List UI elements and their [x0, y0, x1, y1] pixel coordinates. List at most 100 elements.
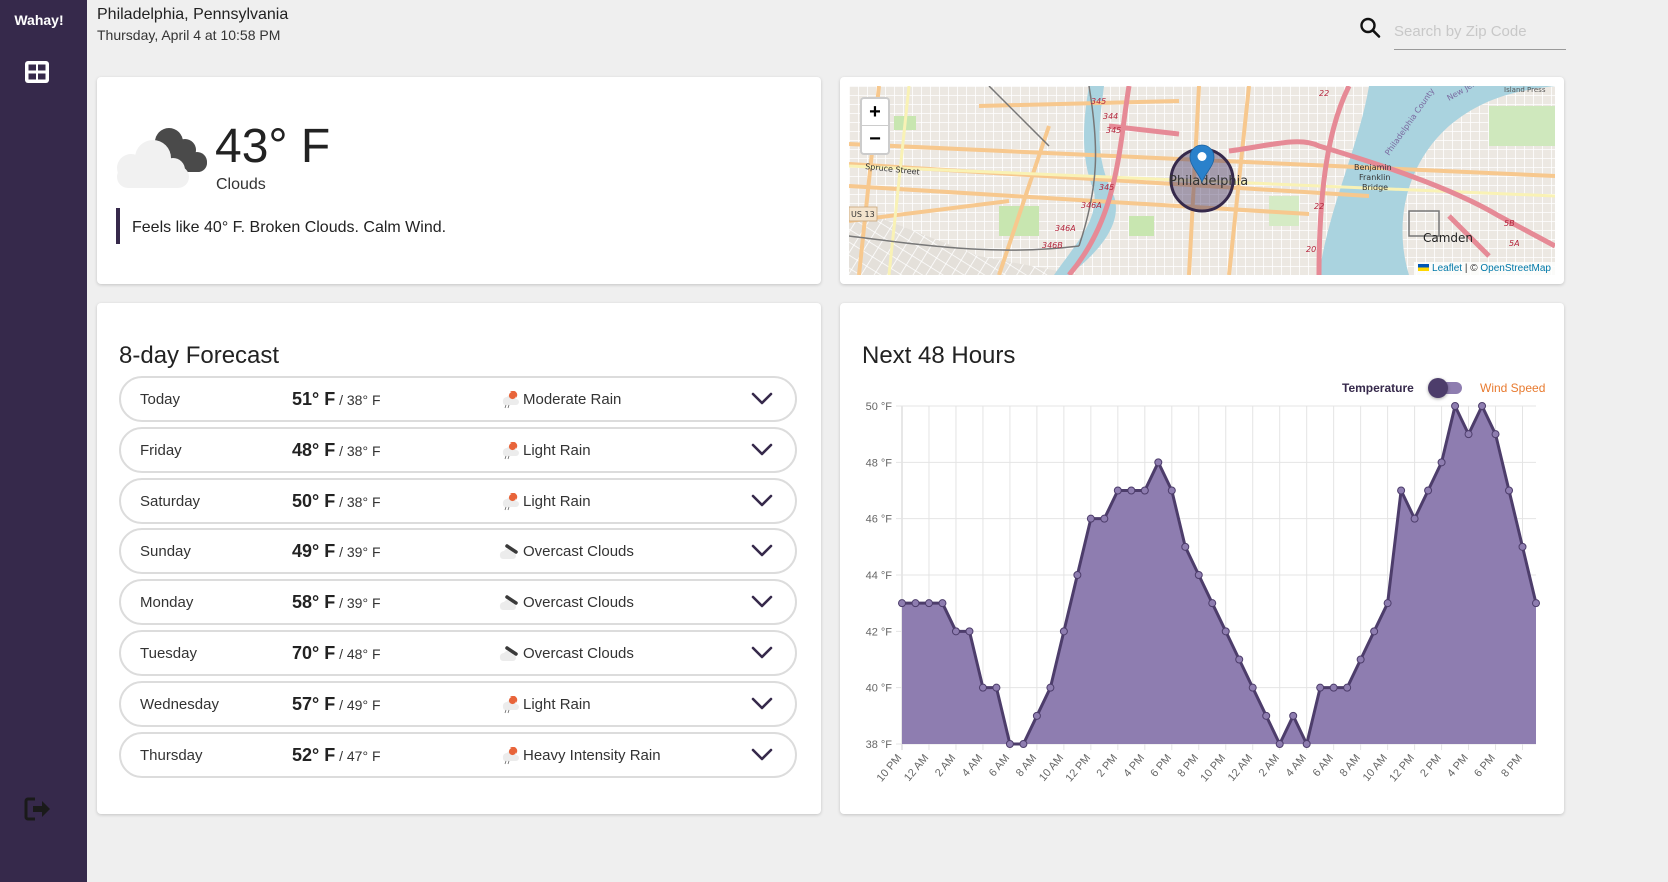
data-point — [1464, 430, 1473, 439]
forecast-day: Monday — [140, 594, 194, 612]
forecast-row-thursday[interactable]: Thursday 52° F / 47° F Heavy Intensity R… — [119, 731, 797, 778]
svg-text:Island Press: Island Press — [1504, 86, 1546, 94]
data-point — [1208, 599, 1217, 608]
overcast-clouds-icon — [499, 544, 518, 560]
dashboard-grid-icon[interactable] — [24, 60, 50, 84]
x-tick-label: 2 PM — [1418, 752, 1444, 779]
forecast-low: / 38° F — [335, 493, 381, 510]
zip-code-input[interactable] — [1394, 14, 1566, 50]
x-tick-label: 12 AM — [1226, 752, 1255, 784]
data-point — [1370, 627, 1379, 636]
data-point — [1437, 458, 1446, 467]
chevron-down-icon[interactable] — [751, 595, 773, 609]
chevron-down-icon[interactable] — [751, 443, 773, 457]
zoom-out-button[interactable]: − — [862, 126, 888, 153]
data-point — [1032, 711, 1041, 720]
forecast-day: Saturday — [140, 492, 201, 510]
chevron-down-icon[interactable] — [751, 748, 773, 762]
attribution-separator: | © — [1462, 263, 1481, 274]
svg-text:22: 22 — [1319, 89, 1329, 98]
chevron-down-icon[interactable] — [751, 697, 773, 711]
y-tick-label: 42 °F — [866, 626, 893, 638]
map-label-camden: Camden — [1423, 231, 1473, 245]
data-point — [1532, 599, 1540, 608]
forecast-row-today[interactable]: Today 51° F / 38° F Moderate Rain — [119, 376, 797, 422]
location-map[interactable]: Spruce Street Benjamin Franklin Bridge P… — [849, 86, 1555, 275]
forecast-temps: 49° F / 39° F — [292, 541, 381, 562]
y-tick-label: 46 °F — [866, 514, 893, 526]
forecast-card: 8-day Forecast Today 51° F / 38° F Moder… — [97, 303, 821, 814]
data-point — [1086, 514, 1095, 523]
rain-icon — [502, 441, 519, 459]
svg-text:345: 345 — [1091, 97, 1106, 106]
location-title: Philadelphia, Pennsylvania — [97, 6, 289, 23]
data-point — [1518, 542, 1527, 551]
x-tick-label: 6 PM — [1148, 752, 1174, 779]
zip-search — [1358, 14, 1566, 52]
forecast-row-friday[interactable]: Friday 48° F / 38° F Light Rain — [119, 426, 797, 473]
svg-text:22: 22 — [1314, 202, 1324, 211]
forecast-low: / 49° F — [335, 696, 381, 713]
openstreetmap-link[interactable]: OpenStreetMap — [1480, 263, 1551, 274]
svg-text:Benjamin: Benjamin — [1354, 163, 1392, 172]
forecast-low: / 39° F — [335, 544, 381, 561]
data-point — [1478, 402, 1487, 410]
zoom-in-button[interactable]: + — [862, 99, 888, 126]
ukraine-flag-icon — [1418, 264, 1430, 271]
data-point — [1073, 571, 1082, 579]
brand-logo[interactable]: Wahay! — [0, 12, 78, 28]
forecast-high: 52° F — [292, 744, 336, 765]
forecast-low: / 39° F — [335, 595, 381, 612]
hourly-temperature-chart: 38 °F 40 °F 42 °F 44 °F 46 °F 48 °F 50 °F 10 PM… — [866, 401, 1540, 784]
data-point — [1005, 740, 1014, 748]
forecast-row-tuesday[interactable]: Tuesday 70° F / 48° F Overcast Clouds — [119, 630, 797, 676]
forecast-low: / 48° F — [335, 646, 381, 662]
forecast-temps: 48° F / 38° F — [292, 440, 381, 461]
forecast-high: 70° F — [292, 643, 336, 663]
x-tick-label: 10 PM — [1198, 752, 1228, 784]
search-icon[interactable] — [1358, 16, 1382, 40]
overcast-clouds-icon — [499, 646, 518, 661]
forecast-day: Today — [140, 391, 181, 408]
data-point — [1410, 514, 1419, 523]
data-point — [1140, 486, 1149, 495]
chevron-down-icon[interactable] — [751, 494, 773, 508]
x-tick-label: 12 AM — [902, 752, 931, 784]
x-tick-label: 8 PM — [1499, 752, 1525, 779]
data-point — [1316, 683, 1325, 692]
data-point — [1302, 740, 1311, 748]
svg-text:346B: 346B — [1042, 241, 1063, 250]
x-tick-label: 12 PM — [1387, 752, 1417, 784]
forecast-row-sunday[interactable]: Sunday 49° F / 39° F Overcast Clouds — [119, 528, 797, 575]
forecast-row-wednesday[interactable]: Wednesday 57° F / 49° F Light Rain — [119, 680, 797, 727]
forecast-row-monday[interactable]: Monday 58° F / 39° F Overcast Clouds — [119, 579, 797, 626]
data-point — [1059, 627, 1068, 636]
chevron-down-icon[interactable] — [751, 544, 773, 558]
chevron-down-icon[interactable] — [751, 392, 773, 406]
x-tick-label: 2 AM — [1257, 752, 1282, 779]
forecast-title: 8-day Forecast — [119, 342, 280, 369]
logout-icon[interactable] — [24, 796, 52, 822]
forecast-high: 50° F — [292, 490, 336, 511]
x-tick-label: 4 PM — [1121, 752, 1147, 779]
chevron-down-icon[interactable] — [751, 646, 773, 660]
forecast-day: Thursday — [140, 746, 203, 764]
map-attribution: Leaflet | © OpenStreetMap — [1414, 262, 1555, 275]
forecast-row-saturday[interactable]: Saturday 50° F / 38° F Light Rain — [119, 477, 797, 524]
forecast-high: 57° F — [292, 693, 336, 714]
forecast-description: Overcast Clouds — [523, 645, 634, 662]
svg-text:Franklin: Franklin — [1359, 173, 1390, 182]
data-point — [898, 599, 906, 608]
rain-icon — [502, 391, 519, 409]
map-marker-label: Philadelphia — [1169, 174, 1248, 189]
leaflet-link[interactable]: Leaflet — [1432, 263, 1462, 274]
y-tick-label: 40 °F — [866, 683, 893, 695]
svg-text:346A: 346A — [1081, 201, 1102, 210]
forecast-day: Friday — [140, 441, 182, 459]
forecast-description: Light Rain — [523, 695, 591, 713]
data-point — [1194, 571, 1203, 579]
data-point — [1329, 683, 1338, 692]
data-point — [1505, 486, 1514, 495]
x-tick-label: 12 PM — [1064, 752, 1094, 784]
rain-icon — [502, 746, 519, 764]
